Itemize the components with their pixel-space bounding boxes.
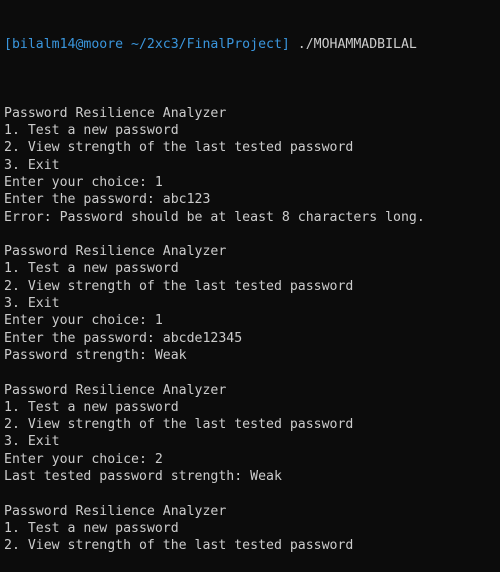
- shell-prompt: [bilalm14@moore ~/2xc3/FinalProject]: [4, 36, 290, 52]
- output-line: Enter your choice: 1: [4, 313, 163, 329]
- terminal-window[interactable]: [bilalm14@moore ~/2xc3/FinalProject] ./M…: [0, 0, 500, 572]
- prompt-line: [bilalm14@moore ~/2xc3/FinalProject] ./M…: [4, 36, 500, 53]
- output-line: 1. Test a new password: [4, 399, 179, 415]
- output-line: 2. View strength of the last tested pass…: [4, 417, 354, 433]
- terminal-output: Password Resilience Analyzer 1. Test a ne…: [4, 87, 500, 554]
- output-line: 2. View strength of the last tested pass…: [4, 538, 354, 554]
- output-line: 1. Test a new password: [4, 123, 179, 139]
- output-line: 2. View strength of the last tested pass…: [4, 140, 354, 156]
- output-line: Error: Password should be at least 8 cha…: [4, 209, 425, 225]
- output-line: Enter the password: abc123: [4, 192, 211, 208]
- output-line: Password Resilience Analyzer: [4, 382, 227, 398]
- output-line: Password Resilience Analyzer: [4, 244, 227, 260]
- output-line: Enter the password: abcde12345: [4, 330, 243, 346]
- command-text: ./MOHAMMADBILAL: [289, 36, 417, 52]
- output-line: Enter your choice: 1: [4, 174, 163, 190]
- output-line: 3. Exit: [4, 434, 60, 450]
- output-line: 3. Exit: [4, 157, 60, 173]
- output-line: Password Resilience Analyzer: [4, 105, 227, 121]
- output-line: 1. Test a new password: [4, 520, 179, 536]
- output-line: 2. View strength of the last tested pass…: [4, 278, 354, 294]
- output-line: Last tested password strength: Weak: [4, 469, 282, 485]
- output-line: Password strength: Weak: [4, 347, 187, 363]
- output-line: 1. Test a new password: [4, 261, 179, 277]
- output-line: Password Resilience Analyzer: [4, 503, 227, 519]
- output-line: 3. Exit: [4, 296, 60, 312]
- output-line: Enter your choice: 2: [4, 451, 163, 467]
